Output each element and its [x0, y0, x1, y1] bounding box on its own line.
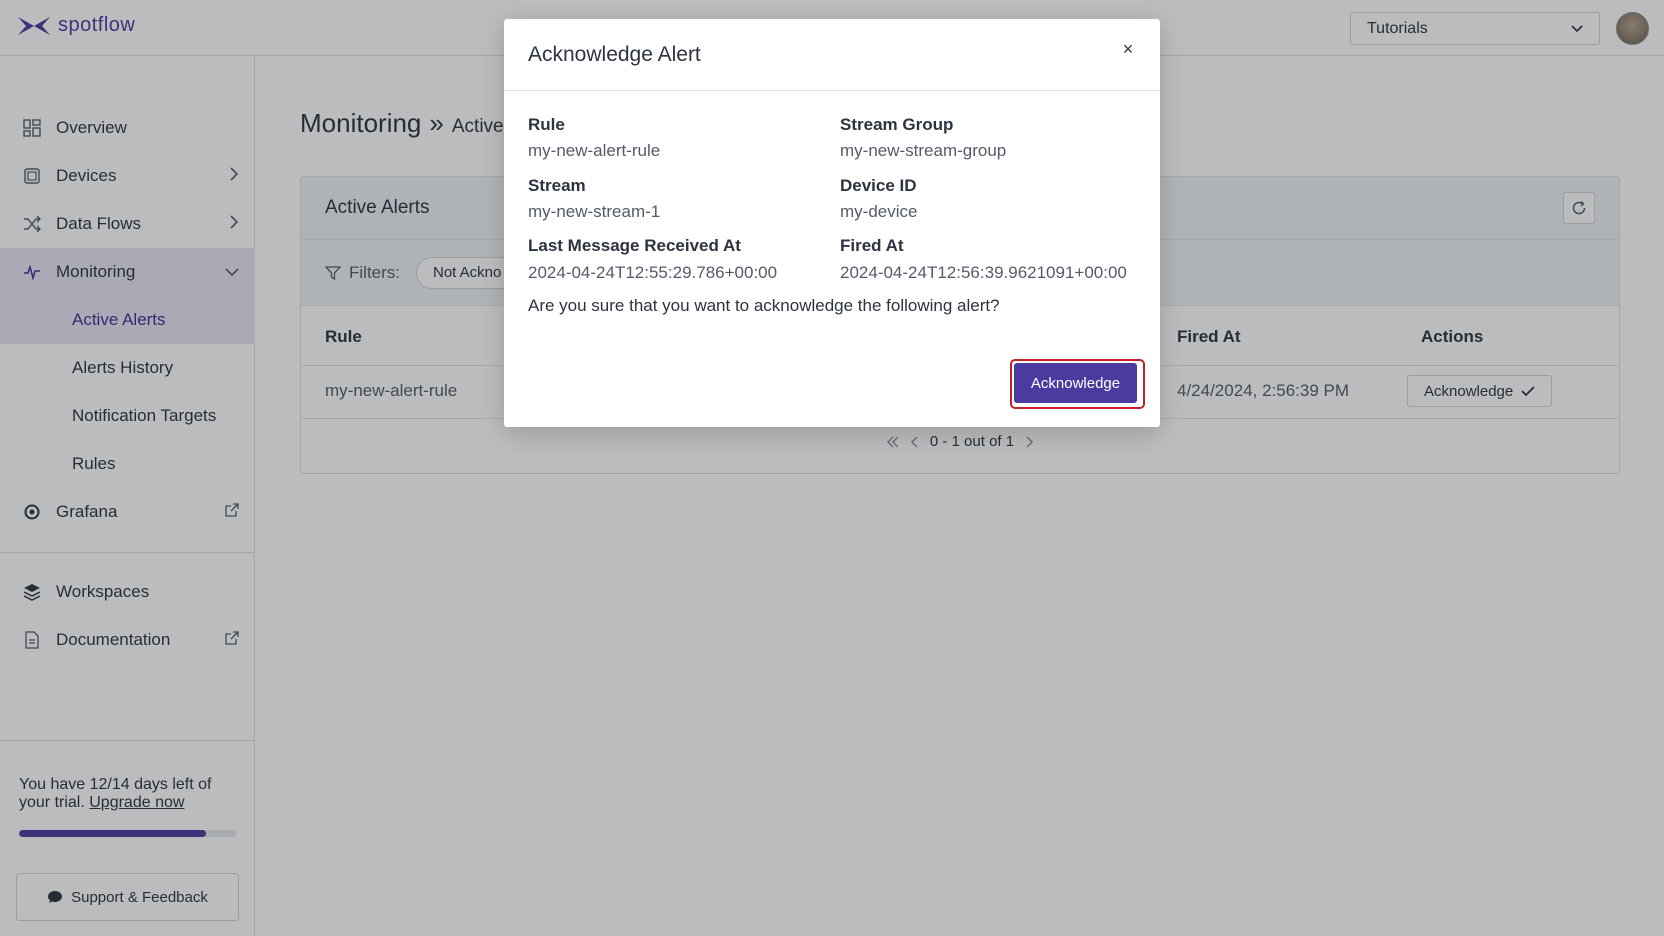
acknowledge-alert-dialog: Acknowledge Alert × Rule my-new-alert-ru… [504, 19, 1160, 427]
field-value-fired-at: 2024-04-24T12:56:39.9621091+00:00 [840, 263, 1127, 282]
close-icon[interactable]: × [1118, 39, 1138, 59]
field-label-stream: Stream [528, 176, 586, 195]
field-value-stream: my-new-stream-1 [528, 202, 661, 221]
field-value-device-id: my-device [840, 202, 918, 221]
field-label-rule: Rule [528, 115, 565, 134]
confirm-question: Are you sure that you want to acknowledg… [528, 296, 1000, 315]
field-label-last-message: Last Message Received At [528, 236, 741, 255]
dialog-title: Acknowledge Alert [528, 43, 701, 66]
field-value-stream-group: my-new-stream-group [840, 141, 1007, 160]
field-value-last-message: 2024-04-24T12:55:29.786+00:00 [528, 263, 778, 282]
dialog-header: Acknowledge Alert × [504, 19, 1160, 91]
field-label-device-id: Device ID [840, 176, 917, 195]
field-value-rule: my-new-alert-rule [528, 141, 661, 160]
field-label-stream-group: Stream Group [840, 115, 954, 134]
acknowledge-button[interactable]: Acknowledge [1014, 363, 1137, 403]
field-label-fired-at: Fired At [840, 236, 904, 255]
